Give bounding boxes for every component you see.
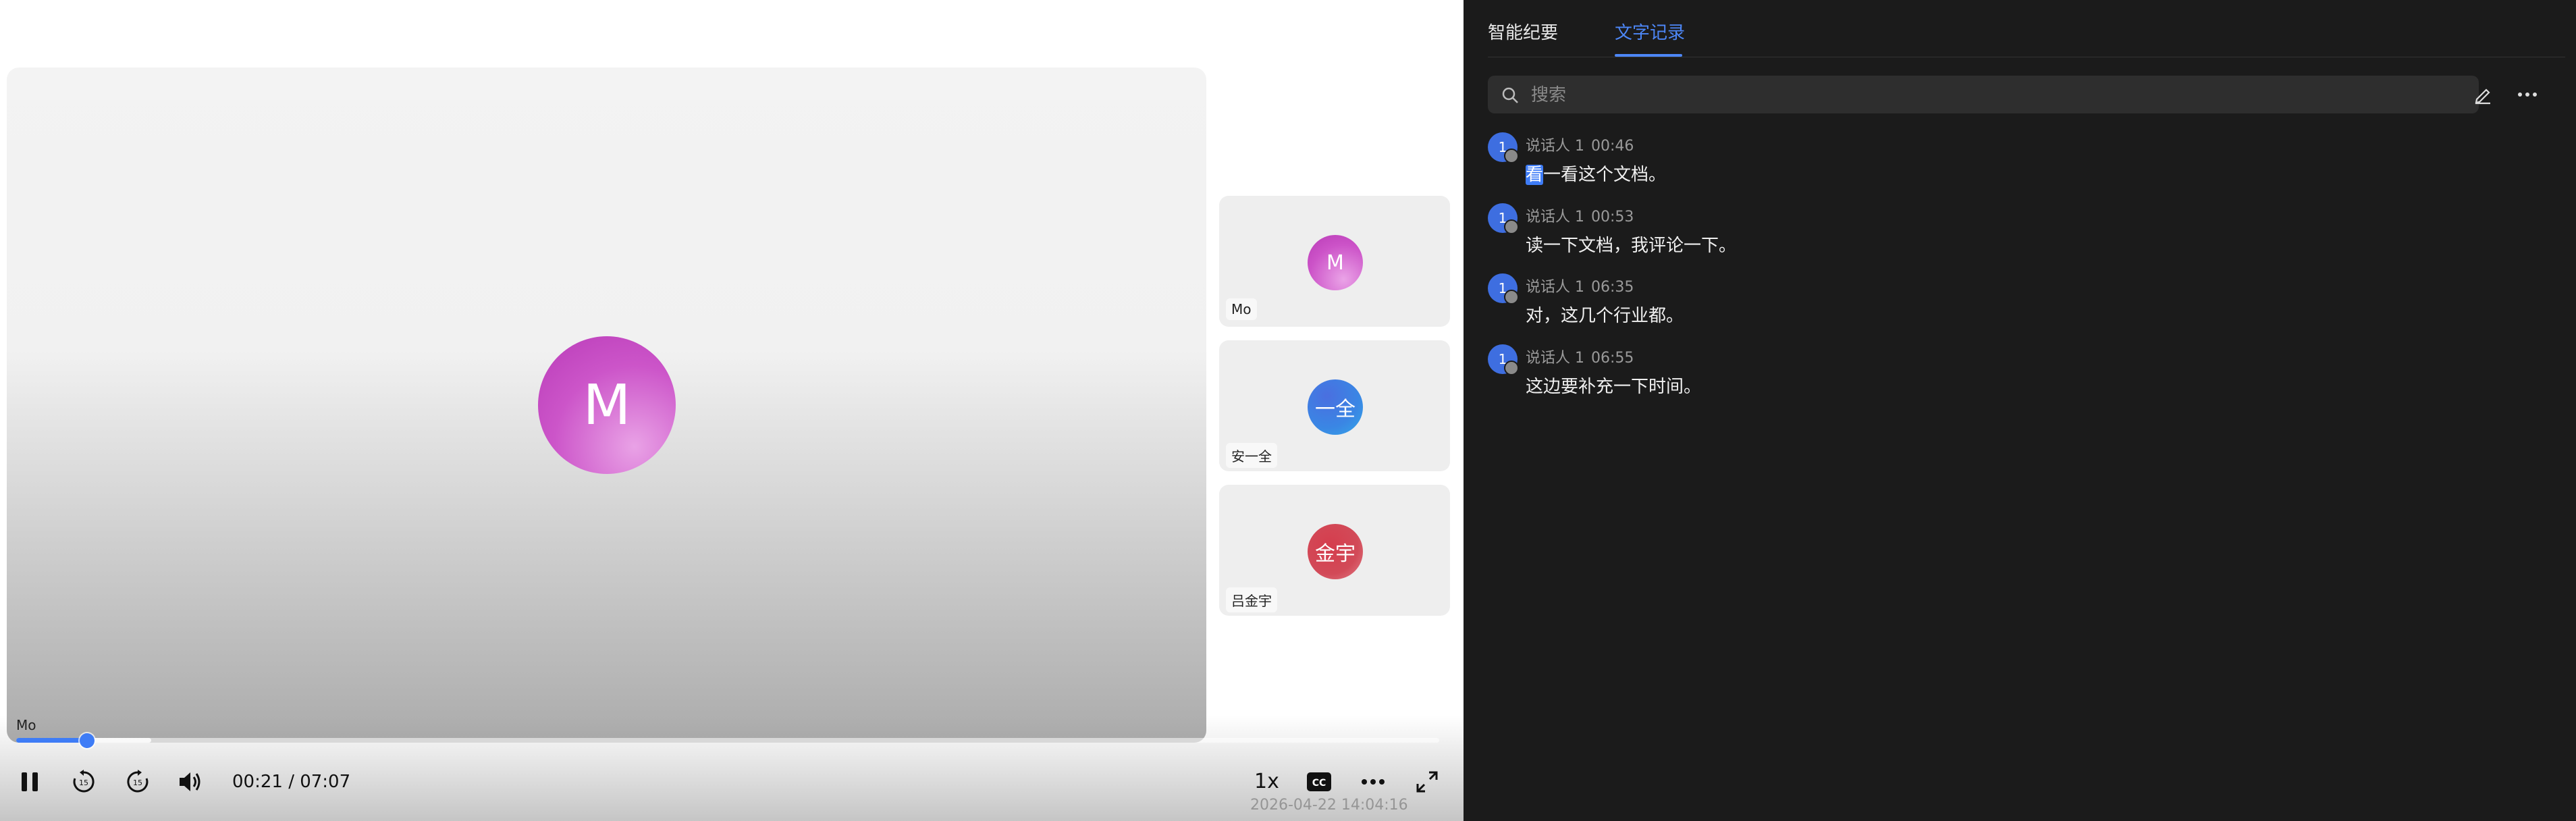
more-options-button[interactable]: [1360, 768, 1387, 795]
entry-timestamp[interactable]: 00:46: [1591, 138, 1634, 155]
entry-text[interactable]: 对，这几个行业都。: [1526, 302, 1684, 327]
search-icon: [1502, 87, 1518, 103]
speaker-avatar: 1: [1488, 273, 1519, 304]
entry-meta: 说话人 1 00:46: [1526, 134, 1634, 155]
volume-icon: [180, 772, 200, 791]
captions-button[interactable]: CC: [1306, 768, 1333, 795]
edit-pencil-icon: [2475, 88, 2490, 105]
svg-text:15: 15: [79, 778, 88, 787]
speaker-name: 说话人 1: [1526, 209, 1584, 226]
transcript-search[interactable]: [1488, 76, 2479, 113]
entry-timestamp[interactable]: 00:53: [1591, 209, 1634, 226]
playback-time: 00:21 / 07:07: [232, 772, 351, 792]
edit-badge-icon: [1504, 361, 1519, 375]
participant-avatar: 金宇: [1308, 524, 1363, 579]
participant-name: 安一全: [1226, 443, 1277, 468]
progress-bar[interactable]: [16, 733, 1439, 748]
transcript-entry[interactable]: 1 说话人 1 06:55 这边要补充一下时间。: [1488, 344, 2541, 405]
forward-15-button[interactable]: 15: [124, 768, 151, 795]
controls-overlay: [0, 716, 1464, 821]
video-player[interactable]: M M Mo 一全 安一全 金宇 吕金宇 Mo 15 15 00:21 / 07…: [0, 0, 1464, 821]
speaker-name: 说话人 1: [1526, 350, 1584, 367]
search-input[interactable]: [1530, 81, 2464, 109]
rewind-15-button[interactable]: 15: [70, 768, 97, 795]
entry-meta: 说话人 1 00:53: [1526, 205, 1634, 226]
fullscreen-button[interactable]: [1414, 768, 1441, 795]
participant-name: 吕金宇: [1226, 587, 1277, 612]
entry-text[interactable]: 这边要补充一下时间。: [1526, 373, 1701, 398]
pause-button[interactable]: [16, 768, 43, 795]
active-tab-indicator: [1615, 54, 1682, 57]
svg-text:CC: CC: [1312, 778, 1326, 789]
progress-fill: [16, 738, 88, 743]
captions-icon: CC: [1307, 772, 1331, 791]
entry-text[interactable]: 看一看这个文档。: [1526, 161, 1666, 186]
active-speaker-label: Mo: [16, 717, 36, 733]
speaker-avatar: 1: [1488, 132, 1519, 163]
transcript-entry[interactable]: 1 说话人 1 00:53 读一下文档，我评论一下。: [1488, 203, 2541, 264]
speaker-name: 说话人 1: [1526, 279, 1584, 296]
main-video-tile: M: [7, 68, 1206, 743]
entry-meta: 说话人 1 06:55: [1526, 346, 1634, 367]
volume-button[interactable]: [177, 768, 204, 795]
entry-meta: 说话人 1 06:35: [1526, 275, 1634, 296]
participant-avatar: 一全: [1308, 379, 1363, 435]
transcript-panel: 智能纪要 文字记录 1 说话人 1 00:46 看一看这个文档。 1: [1464, 0, 2576, 821]
entry-text[interactable]: 读一下文档，我评论一下。: [1526, 232, 1736, 257]
svg-text:15: 15: [133, 778, 142, 787]
search-highlight: 看: [1526, 165, 1544, 185]
edit-badge-icon: [1504, 149, 1519, 163]
participant-avatar: M: [1308, 235, 1363, 290]
pause-icon: [22, 772, 38, 791]
participant-tile-lv[interactable]: 金宇 吕金宇: [1219, 485, 1450, 616]
more-icon: [1362, 779, 1385, 785]
timestamp-watermark: 2026-04-22 14:04:16: [1250, 797, 1408, 814]
panel-tabs: 智能纪要 文字记录: [1488, 0, 2565, 57]
transcript-entry[interactable]: 1 说话人 1 00:46 看一看这个文档。: [1488, 132, 2541, 193]
more-icon: [2518, 92, 2537, 97]
rewind-15-icon: 15: [73, 770, 95, 793]
transcript-entry[interactable]: 1 说话人 1 06:35 对，这几个行业都。: [1488, 273, 2541, 334]
speaker-avatar: 1: [1488, 203, 1519, 234]
panel-more-button[interactable]: [2514, 81, 2541, 108]
tab-transcript[interactable]: 文字记录: [1615, 19, 1685, 44]
entry-timestamp[interactable]: 06:55: [1591, 350, 1634, 367]
playback-speed-button[interactable]: 1x: [1254, 770, 1279, 793]
tab-smart-summary[interactable]: 智能纪要: [1488, 19, 1558, 44]
edit-badge-icon: [1504, 219, 1519, 234]
participant-name: Mo: [1226, 298, 1257, 320]
participant-tile-an[interactable]: 一全 安一全: [1219, 340, 1450, 471]
speaker-name: 说话人 1: [1526, 138, 1584, 155]
fullscreen-icon: [1416, 771, 1438, 793]
main-speaker-avatar: M: [538, 336, 676, 474]
entry-timestamp[interactable]: 06:35: [1591, 279, 1634, 296]
edit-badge-icon: [1504, 290, 1519, 304]
edit-button[interactable]: [2469, 81, 2496, 108]
forward-15-icon: 15: [127, 770, 149, 793]
participant-tile-mo[interactable]: M Mo: [1219, 196, 1450, 327]
speaker-avatar: 1: [1488, 344, 1519, 375]
